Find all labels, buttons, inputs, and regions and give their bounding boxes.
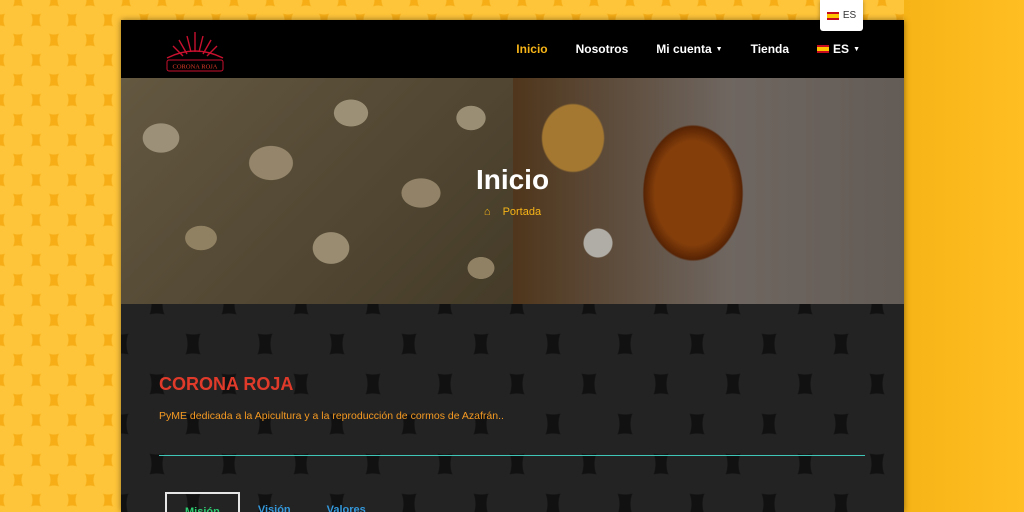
nav-item-inicio[interactable]: Inicio [502,42,561,56]
breadcrumb-current[interactable]: Portada [503,206,542,218]
svg-text:CORONA ROJA: CORONA ROJA [173,64,218,71]
page-title: Inicio [475,164,550,195]
nav-item-language[interactable]: ES ▼ [803,42,874,56]
nav-item-label: Inicio [516,42,548,56]
tab-valores[interactable]: Valores [309,492,384,512]
nav-item-label: ES [833,42,850,56]
tab-vision[interactable]: Visión [240,492,309,512]
page: CORONA ROJA Inicio Nosotros Mi cuenta ▼ … [121,20,904,512]
caret-down-icon: ▼ [853,45,860,53]
content-section: CORONA ROJA PyME dedicada a la Apicultur… [121,304,904,512]
nav-links: Inicio Nosotros Mi cuenta ▼ Tienda ES ▼ [502,20,874,78]
nav-item-label: Nosotros [575,42,629,56]
section-description: PyME dedicada a la Apicultura y a la rep… [159,410,504,422]
nav-item-nosotros[interactable]: Nosotros [562,42,643,56]
hero-banner: Inicio ⌂ Portada [121,78,904,304]
spain-flag-icon [826,11,839,20]
spain-flag-icon [817,45,830,53]
nav-item-tienda[interactable]: Tienda [737,42,803,56]
divider [159,455,865,456]
breadcrumb: ⌂ Portada [121,206,904,218]
corona-roja-logo[interactable]: CORONA ROJA [157,22,233,76]
home-icon[interactable]: ⌂ [484,206,491,218]
nav-item-label: Tienda [750,42,790,56]
tabs: Misión Visión Valores [165,492,384,512]
right-background [904,0,1024,512]
language-popover[interactable]: ES [820,0,863,31]
section-title: CORONA ROJA [159,374,294,394]
navbar: CORONA ROJA Inicio Nosotros Mi cuenta ▼ … [121,20,904,78]
caret-down-icon: ▼ [715,45,723,53]
nav-item-mi-cuenta[interactable]: Mi cuenta ▼ [642,42,736,56]
tab-mision[interactable]: Misión [165,492,240,512]
language-popover-label: ES [842,10,857,21]
nav-item-label: Mi cuenta [656,42,712,56]
